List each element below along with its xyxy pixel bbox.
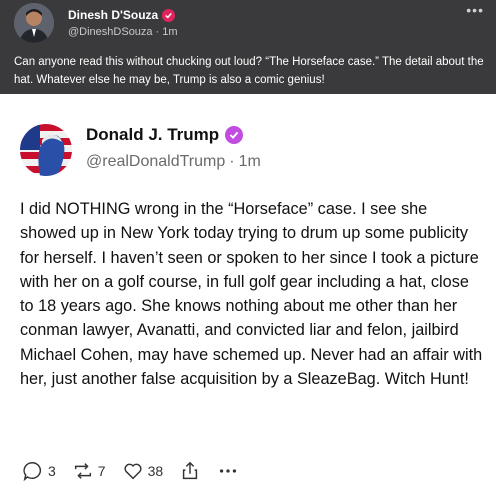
repost-button[interactable]: 7: [72, 460, 106, 482]
verified-badge-icon: [162, 8, 176, 22]
separator-dot: ·: [155, 26, 160, 38]
reply-button[interactable]: 3: [22, 460, 56, 482]
repost-count: 7: [97, 463, 106, 479]
more-horizontal-icon[interactable]: •••: [466, 2, 484, 18]
more-options-button[interactable]: [217, 460, 239, 482]
author-handle[interactable]: @realDonaldTrump: [86, 153, 225, 171]
more-horizontal-icon: [217, 460, 239, 482]
share-icon: [179, 460, 201, 482]
action-bar: 3 7 38: [22, 460, 255, 482]
post-time: 1m: [162, 26, 178, 38]
quoted-post[interactable]: Donald J. Trump @realDonaldTrump · 1m I …: [0, 94, 496, 500]
like-button[interactable]: 38: [122, 460, 164, 482]
share-button[interactable]: [179, 460, 201, 482]
repost-icon: [72, 460, 94, 482]
avatar[interactable]: [20, 124, 72, 176]
author-name[interactable]: Dinesh D'Souza: [68, 8, 158, 22]
heart-icon: [122, 460, 144, 482]
avatar[interactable]: [14, 3, 54, 43]
outer-post: Dinesh D'Souza @DineshDSouza · 1m ••• Ca…: [0, 0, 496, 94]
author-name[interactable]: Donald J. Trump: [86, 125, 219, 145]
author-handle[interactable]: @DineshDSouza: [68, 26, 153, 38]
post-time: 1m: [238, 153, 261, 170]
post-body: I did NOTHING wrong in the “Horseface” c…: [20, 200, 483, 389]
like-count: 38: [147, 463, 164, 479]
post-text: Can anyone read this without chucking ou…: [14, 56, 484, 86]
reply-icon: [22, 460, 44, 482]
verified-badge-icon: [225, 126, 244, 144]
reply-count: 3: [48, 463, 56, 479]
separator-dot: ·: [229, 153, 235, 170]
